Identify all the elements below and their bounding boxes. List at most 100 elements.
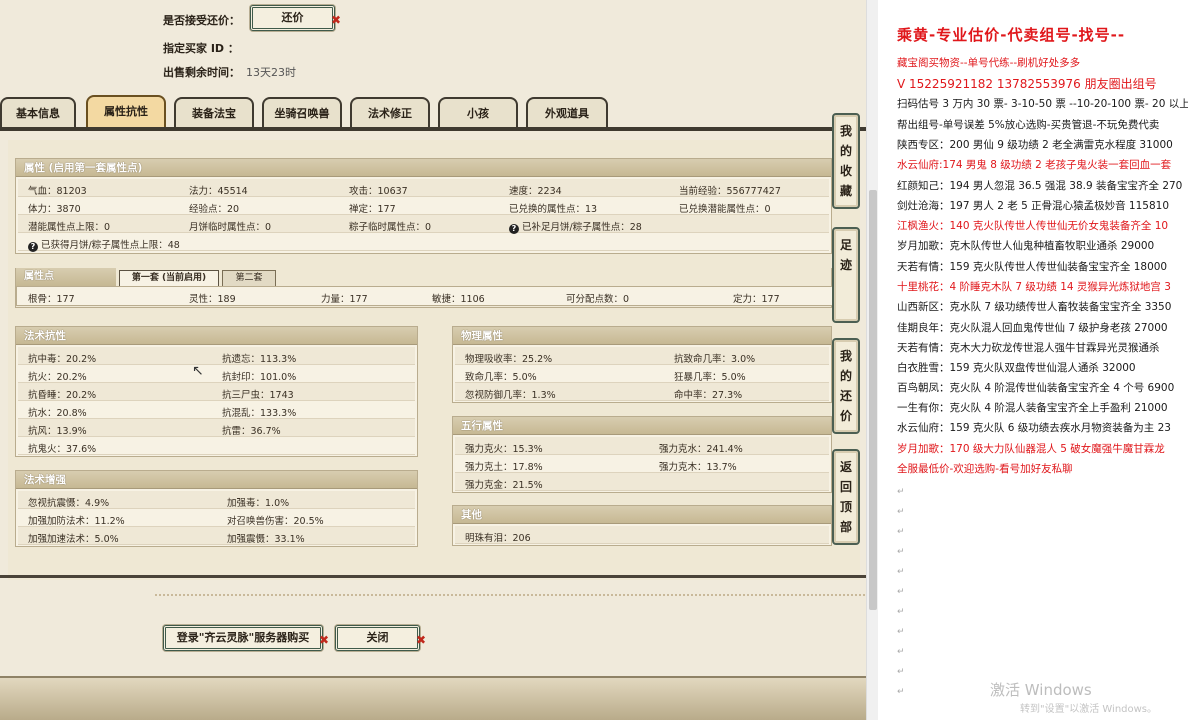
stat-filled-points: ? 已补足月饼/粽子属性点：28 — [509, 219, 642, 234]
boost-shock: 加强震慑：33.1% — [227, 534, 305, 545]
bottom-divider — [0, 575, 866, 578]
paragraph-mark-icon: ↵ — [897, 567, 905, 577]
dotted-separator — [155, 594, 865, 596]
phys-ignore-def: 忽视防御几率：1.3% — [465, 390, 556, 401]
doc-line: 乘黄-专业估价-代卖组号-找号-- — [897, 26, 1126, 44]
resist-ghost-fire: 抗鬼火：37.6% — [28, 444, 97, 455]
time-left-value: 13天23时 — [246, 66, 296, 79]
stat-exchanged-points: 已兑换的属性点：13 — [509, 204, 598, 215]
counter-offer-button[interactable]: 还价 ✖ — [250, 5, 341, 31]
phys-berserk: 狂暴几率：5.0% — [674, 372, 746, 383]
element-earth: 强力克土：17.8% — [465, 462, 543, 473]
scrollbar[interactable] — [866, 0, 878, 720]
element-metal: 强力克金：21.5% — [465, 480, 543, 491]
doc-line: 全服最低价-欢迎选购-看号加好友私聊 — [897, 463, 1073, 475]
my-counter-offers-button[interactable]: 我的还价 — [832, 338, 860, 434]
point-strength: 力量：177 — [321, 294, 368, 305]
phys-crit: 致命几率：5.0% — [465, 372, 537, 383]
my-favorites-button[interactable]: 我的收藏 — [832, 113, 860, 209]
back-to-top-button[interactable]: 返回顶部 — [832, 449, 860, 545]
doc-line: 水云仙府:174 男鬼 8 级功绩 2 老孩子鬼火装一套回血一套 — [897, 159, 1172, 171]
resist-corpse-worm: 抗三尸虫：1743 — [222, 390, 294, 401]
element-fire: 强力克火：15.3% — [465, 444, 543, 455]
point-concentration: 定力：177 — [733, 294, 780, 305]
stat-exchanged-potential: 已兑换潜能属性点：0 — [679, 204, 771, 215]
windows-activation-hint: 转到"设置"以激活 Windows。 — [1020, 704, 1158, 715]
bottom-frame — [0, 676, 866, 720]
doc-line: 江枫渔火：140 克火队传世人传世仙无价女鬼装备齐全 10 — [897, 220, 1169, 232]
phys-hit-rate: 命中率：27.3% — [674, 390, 743, 401]
boost-pet-damage: 对召唤兽伤害：20.5% — [227, 516, 324, 527]
stat-hp: 气血：81203 — [28, 186, 87, 197]
close-button[interactable]: 关闭 ✖ — [335, 625, 426, 651]
server-login-buy-button[interactable]: 登录"齐云灵脉"服务器购买 ✖ — [163, 625, 329, 651]
doc-line: 一生有你：克火队 4 阶混人装备宝宝齐全上手盈利 21000 — [897, 402, 1168, 414]
doc-line: 天若有情：159 克火队传世人传世仙装备宝宝齐全 18000 — [897, 261, 1168, 273]
game-panel: 是否接受还价： 还价 ✖ 指定买家 ID ： 出售剩余时间： 13天23时 基本信息… — [0, 0, 866, 720]
document-panel: 乘黄-专业估价-代卖组号-找号-- 藏宝阁买物资--单号代练--刷机好处多多 V 1… — [878, 0, 1188, 720]
footprints-button[interactable]: 足迹 — [832, 227, 860, 323]
tab-child[interactable]: 小孩 — [438, 97, 518, 128]
other-box: 其他 明珠有泪：206 — [452, 505, 832, 546]
close-icon: ✖ — [318, 633, 329, 647]
stat-exp-points: 经验点：20 — [189, 204, 240, 215]
spell-boost-box: 法术增强 忽视抗震慑：4.9% 加强加防法术：11.2% 加强加速法术：5.0%… — [15, 470, 418, 547]
close-icon: ✖ — [330, 13, 341, 27]
doc-line: 帮出组号-单号误差 5%放心选购-买贵管退-不玩免费代卖 — [897, 119, 1160, 131]
question-icon[interactable]: ? — [509, 224, 519, 234]
doc-line: 陕西专区：200 男仙 9 级功绩 2 老全满雷克水程度 31000 — [897, 139, 1173, 151]
tab-appearance-items[interactable]: 外观道具 — [526, 97, 608, 128]
element-water: 强力克水：241.4% — [659, 444, 743, 455]
paragraph-mark-icon: ↵ — [897, 527, 905, 537]
boost-ignore-shock: 忽视抗震慑：4.9% — [28, 498, 110, 509]
paragraph-mark-icon: ↵ — [897, 627, 905, 637]
points-box: 属性点 第一套 (当前启用) 第二套 根骨：177 灵性：189 力量：177 … — [15, 268, 833, 308]
tab-equipment[interactable]: 装备法宝 — [174, 97, 254, 128]
cursor-icon: ↖ — [192, 363, 204, 379]
stat-potential-cap: 潜能属性点上限：0 — [28, 222, 111, 233]
time-left-row: 出售剩余时间： 13天23时 — [163, 66, 296, 79]
doc-line: 山西新区：克水队 7 级功绩传世人畜牧装备宝宝齐全 3350 — [897, 301, 1172, 313]
five-elements-header: 五行属性 — [453, 417, 831, 435]
doc-line: 扫码估号 3 万内 30 票- 3-10-50 票 --10-20-100 票-… — [897, 98, 1188, 110]
stat-stamina: 体力：3870 — [28, 204, 81, 215]
stat-meditation: 禅定：177 — [349, 204, 396, 215]
stat-zongzi-temp: 粽子临时属性点：0 — [349, 222, 432, 233]
tab-basic-info[interactable]: 基本信息 — [0, 97, 76, 128]
phys-anti-crit: 抗致命几率：3.0% — [674, 354, 756, 365]
paragraph-mark-icon: ↵ — [897, 687, 905, 697]
paragraph-mark-icon: ↵ — [897, 647, 905, 657]
tab-attributes-resistance[interactable]: 属性抗性 — [86, 95, 166, 128]
doc-line: 水云仙府：159 克火队 6 级功绩去疾水月物资装备为主 23 — [897, 422, 1171, 434]
tab-spell-correction[interactable]: 法术修正 — [350, 97, 430, 128]
point-agility: 敏捷：1106 — [432, 294, 485, 305]
tab-divider — [0, 127, 866, 131]
doc-line: V 15225921182 13782553976 朋友圈出组号 — [897, 77, 1157, 91]
five-elements-box: 五行属性 强力克火：15.3% 强力克土：17.8% 强力克金：21.5% 强力… — [452, 416, 832, 493]
scrollbar-thumb[interactable] — [869, 190, 877, 610]
other-pearl-tears: 明珠有泪：206 — [465, 533, 531, 544]
paragraph-mark-icon: ↵ — [897, 487, 905, 497]
paragraph-mark-icon: ↵ — [897, 587, 905, 597]
doc-line: 十里桃花：4 阶睡克木队 7 级功绩 14 灵猴异光炼狱地宫 3 — [897, 281, 1171, 293]
boost-defense-spell: 加强加防法术：11.2% — [28, 516, 125, 527]
tab-mounts-pets[interactable]: 坐骑召唤兽 — [262, 97, 342, 128]
resist-seal: 抗封印：101.0% — [222, 372, 297, 383]
paragraph-mark-icon: ↵ — [897, 607, 905, 617]
question-icon[interactable]: ? — [28, 242, 38, 252]
buyer-id-label: 指定买家 ID ： — [163, 42, 239, 55]
accept-counter-label: 是否接受还价： — [163, 14, 240, 27]
resist-sleep: 抗昏睡：20.2% — [28, 390, 97, 401]
subtab-set-two[interactable]: 第二套 — [222, 270, 276, 286]
boost-speed-spell: 加强加速法术：5.0% — [28, 534, 119, 545]
resist-fire: 抗火：20.2% — [28, 372, 87, 383]
doc-line: 藏宝阁买物资--单号代练--刷机好处多多 — [897, 57, 1081, 69]
attributes-content: 属性 (启用第一套属性点) 气血：81203 法力：45514 攻击：10637… — [8, 140, 860, 580]
subtab-set-one[interactable]: 第一套 (当前启用) — [119, 270, 219, 286]
doc-line: 剑灶沧海：197 男人 2 老 5 正骨混心猿孟极妙音 115810 — [897, 200, 1170, 212]
stat-mp: 法力：45514 — [189, 186, 248, 197]
stat-speed: 速度：2234 — [509, 186, 562, 197]
windows-activation-watermark: 激活 Windows — [990, 681, 1092, 699]
doc-line: 红颜知己：194 男人忽混 36.5 强混 38.9 装备宝宝齐全 270 — [897, 180, 1183, 192]
resist-chaos: 抗混乱：133.3% — [222, 408, 297, 419]
